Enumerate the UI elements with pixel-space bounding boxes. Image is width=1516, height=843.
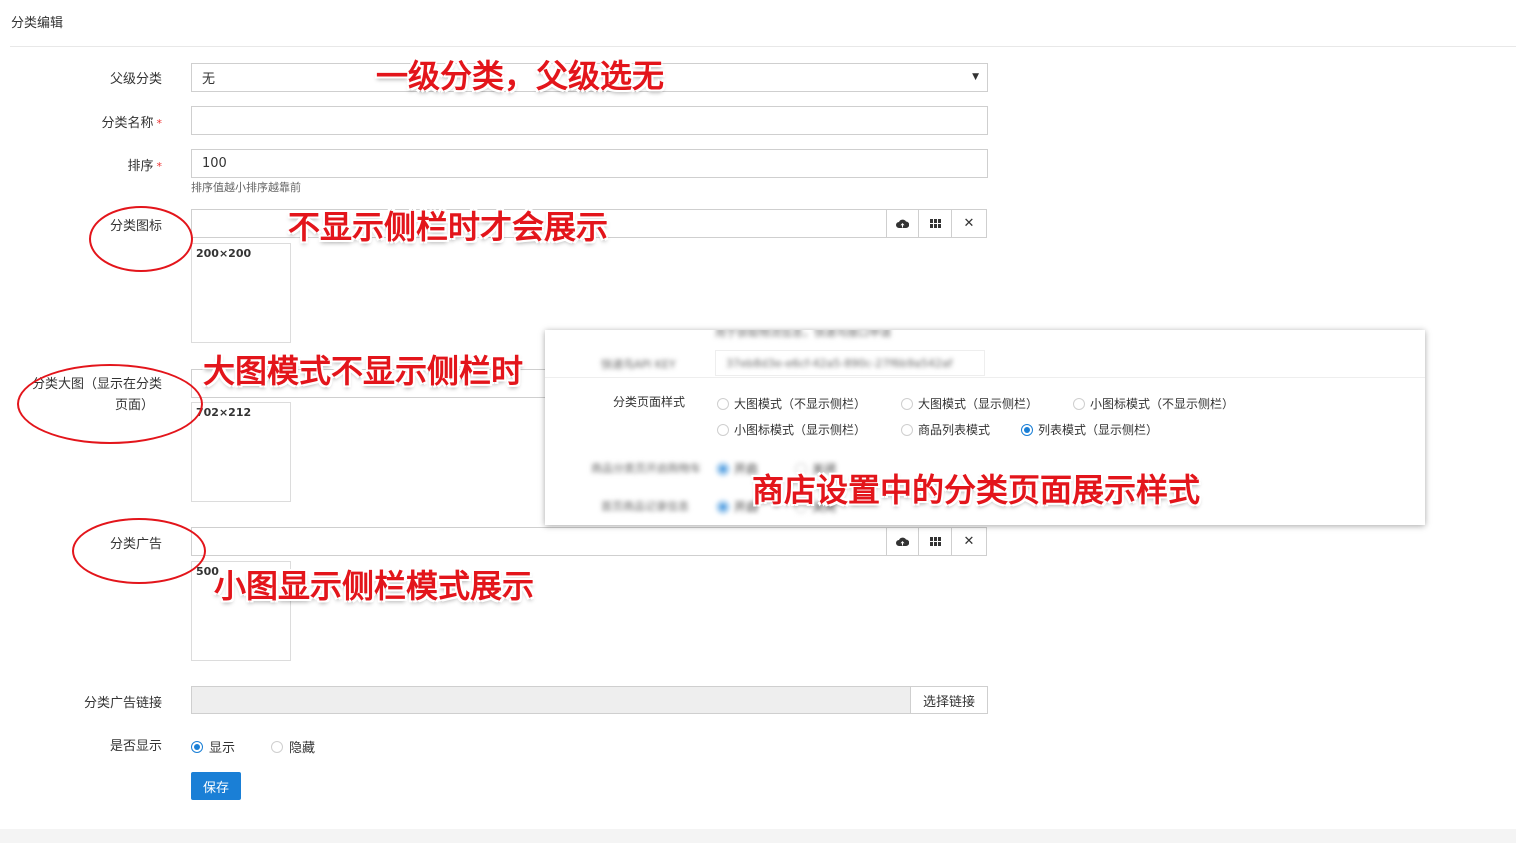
required-mark: * bbox=[156, 117, 163, 130]
annotation-parent: 一级分类，父级选无 bbox=[376, 57, 665, 95]
style-option-6: 列表模式（显示侧栏） bbox=[1021, 421, 1158, 438]
grid-icon[interactable] bbox=[919, 209, 952, 238]
annotation-store-style: 商店设置中的分类页面展示样式 bbox=[752, 471, 1201, 509]
annotation-ad: 小图显示侧栏模式展示 bbox=[214, 567, 535, 605]
annotation-ellipse-ad bbox=[72, 518, 206, 584]
radio-checked-icon[interactable] bbox=[191, 740, 203, 753]
ad-link-label: 分类广告链接 bbox=[83, 696, 162, 711]
annotation-icon: 不显示侧栏时才会展示 bbox=[288, 208, 609, 246]
required-mark: * bbox=[156, 160, 163, 173]
inset-blurred-hint: 用于获取物流信息，快递鸟接口申请 bbox=[715, 330, 891, 339]
visible-option-hide[interactable]: 隐藏 bbox=[271, 737, 315, 756]
parent-category-label: 父级分类 bbox=[109, 72, 162, 87]
sort-hint: 排序值越小排序越靠前 bbox=[191, 181, 301, 194]
visible-option-show[interactable]: 显示 bbox=[191, 737, 235, 756]
inset-blurred-row2-label: 首页商品记录信息 bbox=[601, 500, 689, 513]
page-style-label: 分类页面样式 bbox=[613, 395, 686, 409]
inset-blurred-row1-label: 商品分类页开启购物车 bbox=[591, 462, 701, 475]
select-link-button[interactable]: 选择链接 bbox=[910, 686, 988, 714]
save-button[interactable]: 保存 bbox=[191, 772, 241, 800]
title-divider bbox=[10, 46, 1516, 47]
ad-link-input[interactable] bbox=[191, 686, 911, 714]
cloud-upload-icon[interactable] bbox=[886, 527, 919, 556]
annotation-ellipse-icon bbox=[89, 206, 193, 272]
style-option-4: 小图标模式（显示侧栏） bbox=[717, 421, 866, 438]
style-option-5: 商品列表模式 bbox=[901, 421, 990, 438]
close-icon[interactable]: ✕ bbox=[952, 209, 987, 238]
inset-blurred-key-label: 快递鸟API KEY bbox=[601, 358, 676, 371]
sort-label: 排序 * bbox=[127, 159, 163, 174]
visible-label: 是否显示 bbox=[109, 739, 162, 754]
style-option-1: 大图模式（不显示侧栏） bbox=[717, 395, 866, 412]
category-name-label: 分类名称 * bbox=[101, 116, 163, 131]
cloud-upload-icon[interactable] bbox=[886, 209, 919, 238]
annotation-ellipse-big-image bbox=[17, 364, 203, 444]
grid-icon[interactable] bbox=[919, 527, 952, 556]
caret-down-icon: ▼ bbox=[972, 72, 979, 82]
page-title: 分类编辑 bbox=[11, 16, 64, 31]
parent-category-value: 无 bbox=[202, 72, 216, 87]
close-icon[interactable]: ✕ bbox=[952, 527, 987, 556]
category-icon-buttons: ✕ bbox=[886, 209, 987, 238]
style-option-2: 大图模式（显示侧栏） bbox=[901, 395, 1038, 412]
category-name-input[interactable] bbox=[191, 106, 988, 135]
style-option-3: 小图标模式（不显示侧栏） bbox=[1073, 395, 1234, 412]
category-ad-path-input[interactable] bbox=[191, 527, 887, 556]
footer-bar bbox=[0, 829, 1516, 843]
inset-key-input: 37eb8d3e-e6cf-42a5-890c-27f6b9a542af bbox=[715, 350, 985, 376]
category-ad-buttons: ✕ bbox=[886, 527, 987, 556]
category-icon-preview: 200×200 bbox=[191, 243, 291, 343]
big-image-preview: 702×212 bbox=[191, 402, 291, 502]
radio-unchecked-icon[interactable] bbox=[271, 740, 283, 753]
sort-input[interactable]: 100 bbox=[191, 149, 988, 178]
annotation-big-image: 大图模式不显示侧栏时 bbox=[203, 352, 524, 390]
